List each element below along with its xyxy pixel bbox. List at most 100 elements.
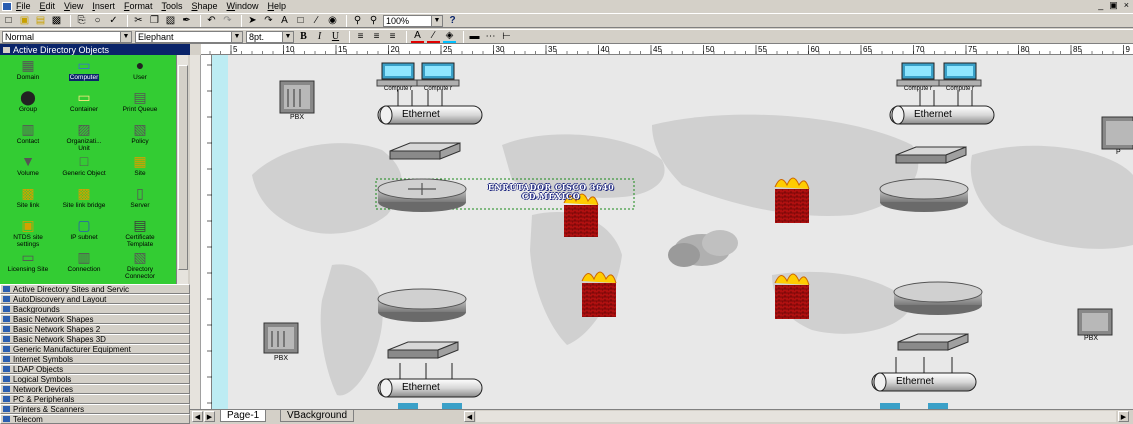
- stencil-item[interactable]: ▥ Contact: [6, 122, 50, 145]
- stencil-item[interactable]: ▥ Connection: [62, 250, 106, 273]
- app-icon[interactable]: [2, 1, 12, 11]
- menu-file[interactable]: File: [16, 1, 31, 11]
- redo-icon[interactable]: ↷: [221, 15, 234, 27]
- stencil-list-item[interactable]: PC & Peripherals: [0, 394, 190, 404]
- new-icon[interactable]: □: [2, 15, 15, 27]
- pointer-tool-icon[interactable]: ➤: [246, 15, 259, 27]
- stencil-list-item[interactable]: Basic Network Shapes: [0, 314, 190, 324]
- scrollbar-thumb[interactable]: [178, 65, 188, 270]
- open-icon[interactable]: ▣: [18, 15, 31, 27]
- zoom-out-icon[interactable]: ⚲: [351, 15, 364, 27]
- italic-icon[interactable]: I: [313, 31, 326, 43]
- stencil-list-item[interactable]: Backgrounds: [0, 304, 190, 314]
- connector-tool-icon[interactable]: ↷: [262, 15, 275, 27]
- stencil-list-item[interactable]: Basic Network Shapes 3D: [0, 334, 190, 344]
- menu-shape[interactable]: Shape: [191, 1, 217, 11]
- stencil-title-bar[interactable]: Active Directory Objects: [0, 44, 190, 55]
- line-pattern-icon[interactable]: ⋯: [484, 31, 497, 43]
- print-preview-icon[interactable]: ○: [91, 15, 104, 27]
- bold-icon[interactable]: B: [297, 31, 310, 43]
- stencil-item[interactable]: ▤ Print Queue: [118, 90, 162, 113]
- prev-page-icon[interactable]: ▶: [204, 411, 215, 422]
- stencil-list-item[interactable]: Active Directory Sites and Servic: [0, 284, 190, 294]
- rectangle-tool-icon[interactable]: □: [294, 15, 307, 27]
- stencil-item[interactable]: ▩ Site link: [6, 186, 50, 209]
- horizontal-scrollbar[interactable]: [476, 411, 1116, 422]
- help-button[interactable]: ?: [446, 15, 459, 27]
- stencil-list-item[interactable]: LDAP Objects: [0, 364, 190, 374]
- stencil-list-item[interactable]: AutoDiscovery and Layout: [0, 294, 190, 304]
- stencil-item[interactable]: ▧ Directory Connector: [118, 250, 162, 280]
- font-color-icon[interactable]: A: [411, 30, 424, 43]
- stencil-list-item[interactable]: Basic Network Shapes 2: [0, 324, 190, 334]
- stencil-list-item[interactable]: Generic Manufacturer Equipment: [0, 344, 190, 354]
- cut-icon[interactable]: ✂: [132, 15, 145, 27]
- paste-icon[interactable]: ▧: [164, 15, 177, 27]
- stencil-item[interactable]: ▨ Organizati... Unit: [62, 122, 106, 152]
- font-size-select[interactable]: 8pt. ▼: [246, 30, 294, 43]
- fill-color-icon[interactable]: ◈: [443, 30, 456, 43]
- menu-edit[interactable]: Edit: [40, 1, 56, 11]
- stamp-tool-icon[interactable]: ◉: [326, 15, 339, 27]
- stencil-item[interactable]: □ Generic Object: [62, 154, 106, 177]
- scroll-left-icon[interactable]: ◀: [464, 411, 475, 422]
- menu-help[interactable]: Help: [268, 1, 287, 11]
- restore-button[interactable]: ▣: [1107, 0, 1120, 11]
- chevron-down-icon[interactable]: ▼: [120, 31, 131, 42]
- format-painter-icon[interactable]: ✒: [180, 15, 193, 27]
- stencil-list-item[interactable]: Network Devices: [0, 384, 190, 394]
- router-label[interactable]: ENRUTADOR CISCO 3640 CD.MEXICO: [468, 183, 634, 201]
- stencil-item[interactable]: ▦ Site: [118, 154, 162, 177]
- stencil-list-item[interactable]: Logical Symbols: [0, 374, 190, 384]
- print-icon[interactable]: ⎘: [75, 15, 88, 27]
- menu-insert[interactable]: Insert: [92, 1, 115, 11]
- stencil-scrollbar[interactable]: [176, 55, 188, 284]
- spelling-icon[interactable]: ✓: [107, 15, 120, 27]
- stencil-item[interactable]: ▭ Container: [62, 90, 106, 113]
- stencil-item[interactable]: ▦ Domain: [6, 58, 50, 81]
- stencil-list-item[interactable]: Internet Symbols: [0, 354, 190, 364]
- scroll-right-icon[interactable]: ▶: [1118, 411, 1129, 422]
- menu-tools[interactable]: Tools: [161, 1, 182, 11]
- close-button[interactable]: ×: [1122, 0, 1131, 11]
- chevron-down-icon[interactable]: ▼: [431, 15, 442, 26]
- stencil-item[interactable]: ▤ Certificate Template: [118, 218, 162, 248]
- stencil-item[interactable]: ▼ Volume: [6, 154, 50, 177]
- stencil-item[interactable]: ● User: [118, 58, 162, 81]
- first-page-icon[interactable]: ◀: [192, 411, 203, 422]
- stencil-item[interactable]: ▯ Server: [118, 186, 162, 209]
- chevron-down-icon[interactable]: ▼: [231, 31, 242, 42]
- zoom-in-icon[interactable]: ⚲: [367, 15, 380, 27]
- menu-format[interactable]: Format: [124, 1, 153, 11]
- undo-icon[interactable]: ↶: [205, 15, 218, 27]
- menu-view[interactable]: View: [64, 1, 83, 11]
- save-icon[interactable]: ▩: [50, 15, 63, 27]
- text-tool-icon[interactable]: A: [278, 15, 291, 27]
- stencil-item[interactable]: ▣ NTDS site settings: [6, 218, 50, 248]
- line-color-icon[interactable]: ∕: [427, 30, 440, 43]
- copy-icon[interactable]: ❐: [148, 15, 161, 27]
- minimize-button[interactable]: _: [1096, 0, 1105, 11]
- drawing-canvas[interactable]: ENRUTADOR CISCO 3640 CD.MEXICO Compute r…: [212, 55, 1133, 409]
- line-tool-icon[interactable]: ∕: [310, 15, 323, 27]
- underline-icon[interactable]: U: [329, 31, 342, 43]
- stencil-list-item[interactable]: Printers & Scanners: [0, 404, 190, 414]
- menu-window[interactable]: Window: [227, 1, 259, 11]
- stencil-item[interactable]: ⬤ Group: [6, 90, 50, 113]
- stencil-item[interactable]: ▢ IP subnet: [62, 218, 106, 241]
- font-select[interactable]: Elephant ▼: [135, 30, 243, 43]
- stencil-item[interactable]: ▭ Computer: [62, 58, 106, 81]
- line-ends-icon[interactable]: ⊢: [500, 31, 513, 43]
- align-right-icon[interactable]: ≡: [386, 31, 399, 43]
- tab-page-1[interactable]: Page-1: [220, 410, 267, 422]
- align-left-icon[interactable]: ≡: [354, 31, 367, 43]
- stencil-item[interactable]: ▧ Policy: [118, 122, 162, 145]
- zoom-select[interactable]: 100% ▼: [383, 14, 443, 27]
- align-center-icon[interactable]: ≡: [370, 31, 383, 43]
- open-stencil-icon[interactable]: ▤: [34, 15, 47, 27]
- style-select[interactable]: Normal ▼: [2, 30, 132, 43]
- tab-vbackground[interactable]: VBackground: [280, 410, 355, 422]
- chevron-down-icon[interactable]: ▼: [282, 31, 293, 42]
- line-weight-icon[interactable]: ▬: [468, 31, 481, 43]
- stencil-item[interactable]: ▩ Site link bridge: [62, 186, 106, 209]
